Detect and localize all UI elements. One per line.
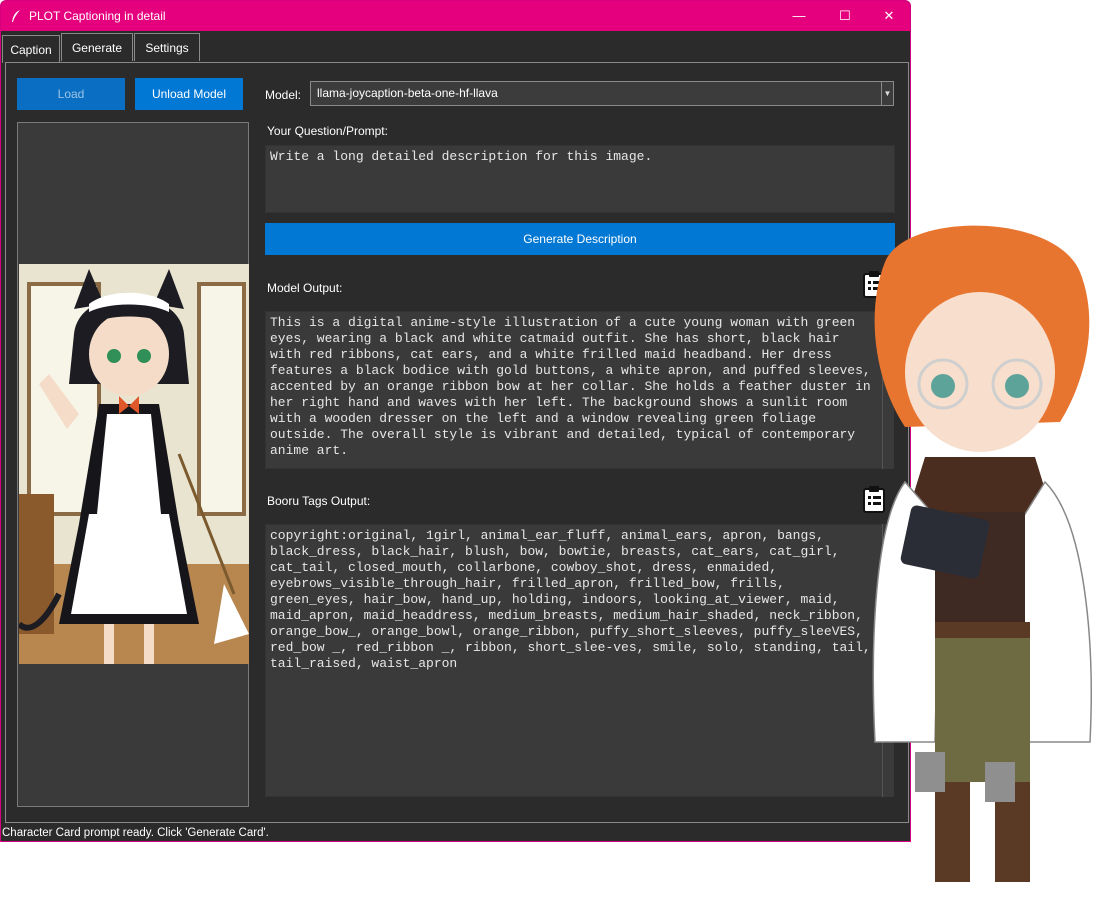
title-bar: PLOT Captioning in detail — ☐ ✕: [1, 1, 910, 31]
feather-icon: [12, 10, 20, 22]
dropdown-arrow-icon[interactable]: ▼: [881, 81, 894, 106]
model-select[interactable]: llama-joycaption-beta-one-hf-llava: [310, 81, 882, 106]
minimize-icon[interactable]: —: [776, 1, 822, 31]
load-button[interactable]: Load: [17, 78, 125, 110]
tags-output-text[interactable]: copyright:original, 1girl, animal_ear_fl…: [265, 524, 883, 797]
window-title: PLOT Captioning in detail: [29, 9, 166, 23]
model-output-text[interactable]: This is a digital anime-style illustrati…: [265, 311, 883, 469]
anime-maid-preview-image: [19, 264, 249, 664]
image-preview-panel: [17, 122, 249, 807]
tab-caption[interactable]: Caption: [2, 35, 60, 63]
model-label: Model:: [265, 88, 302, 102]
generate-description-button[interactable]: Generate Description: [265, 223, 895, 255]
model-output-label: Model Output:: [267, 281, 343, 295]
tab-settings[interactable]: Settings: [134, 33, 200, 61]
tab-bar: Caption Generate Settings: [1, 31, 910, 63]
unload-model-button[interactable]: Unload Model: [135, 78, 243, 110]
tab-generate[interactable]: Generate: [61, 33, 133, 61]
close-icon[interactable]: ✕: [866, 1, 910, 31]
prompt-label: Your Question/Prompt:: [267, 124, 388, 138]
prompt-input[interactable]: Write a long detailed description for th…: [265, 145, 895, 213]
maximize-icon[interactable]: ☐: [822, 1, 868, 31]
mascot-illustration: [872, 225, 1092, 882]
tags-output-label: Booru Tags Output:: [267, 494, 371, 508]
status-bar: Character Card prompt ready. Click 'Gene…: [1, 824, 910, 841]
app-window: PLOT Captioning in detail — ☐ ✕ Caption …: [0, 0, 911, 842]
